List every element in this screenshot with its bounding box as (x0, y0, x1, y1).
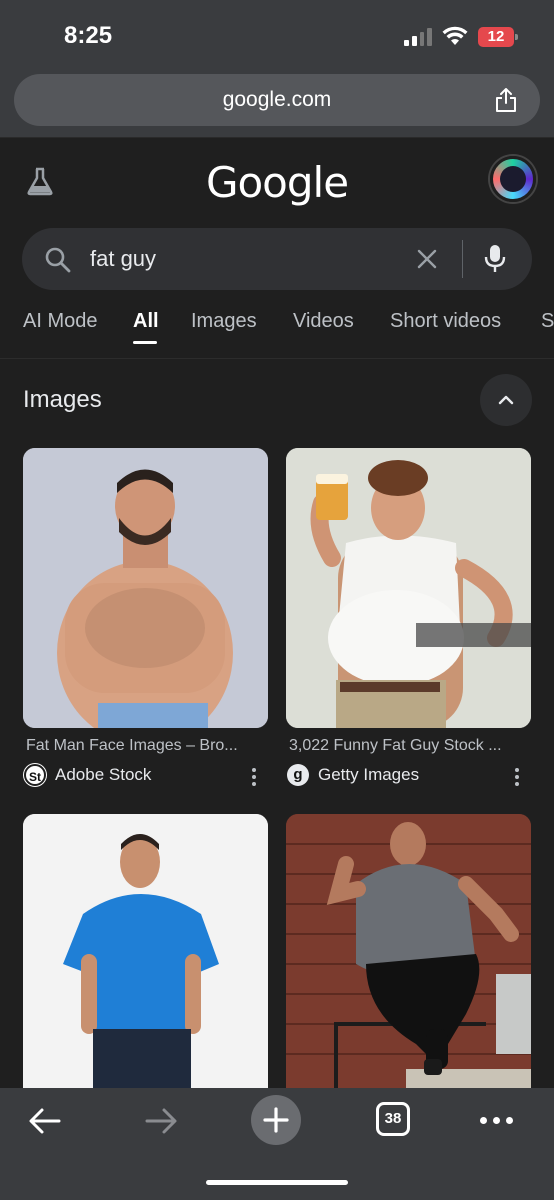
forward-arrow-icon[interactable] (144, 1106, 178, 1136)
result-source[interactable]: g Getty Images (287, 764, 419, 786)
image-result-thumbnail[interactable] (23, 448, 268, 728)
result-caption[interactable]: 3,022 Funny Fat Guy Stock ... (289, 737, 521, 755)
result-source[interactable]: St Adobe Stock (24, 764, 151, 786)
google-logo[interactable]: Google (0, 158, 554, 207)
search-tabs: AI Mode All Images Videos Short videos S (0, 310, 554, 360)
address-bar[interactable]: google.com (14, 74, 540, 126)
search-divider (462, 240, 463, 278)
man-blue-shirt-image (23, 814, 268, 1104)
browser-address-area: google.com (0, 70, 554, 138)
image-result-thumbnail[interactable] (286, 814, 531, 1104)
new-tab-button[interactable] (251, 1095, 301, 1145)
more-options-icon[interactable] (251, 768, 257, 789)
search-icon (45, 247, 71, 273)
tab-ai-mode[interactable]: AI Mode (23, 310, 97, 333)
status-time: 8:25 (64, 22, 113, 49)
microphone-icon[interactable] (484, 244, 506, 274)
more-menu-icon[interactable] (480, 1117, 513, 1124)
share-icon[interactable] (494, 87, 518, 113)
battery-icon: 12 (478, 27, 518, 47)
man-jumping-image (286, 814, 531, 1104)
tab-overflow[interactable]: S (541, 310, 554, 333)
image-result-thumbnail[interactable] (286, 448, 531, 728)
images-section-title: Images (23, 386, 102, 413)
search-input[interactable]: fat guy (90, 246, 156, 272)
tabs-divider (0, 358, 554, 359)
tab-switcher-button[interactable]: 38 (376, 1102, 410, 1136)
wifi-icon (442, 26, 468, 45)
home-indicator[interactable] (206, 1180, 348, 1185)
active-tab-indicator (133, 341, 157, 344)
source-name: Adobe Stock (55, 765, 152, 784)
clear-icon[interactable] (416, 248, 438, 270)
man-with-beer-image (286, 448, 531, 728)
collapse-button[interactable] (480, 374, 532, 426)
image-result-thumbnail[interactable] (23, 814, 268, 1104)
tab-all[interactable]: All (133, 310, 159, 333)
tab-videos[interactable]: Videos (293, 310, 354, 333)
adobe-stock-logo-icon: St (24, 764, 46, 786)
source-name: Getty Images (318, 765, 420, 784)
more-options-icon[interactable] (514, 768, 520, 789)
result-caption[interactable]: Fat Man Face Images – Bro... (26, 737, 266, 755)
tab-short-videos[interactable]: Short videos (390, 310, 501, 333)
search-box[interactable]: fat guy (22, 228, 532, 290)
account-avatar[interactable] (490, 156, 536, 202)
chevron-up-icon (498, 395, 514, 405)
getty-images-logo-icon: g (287, 764, 309, 786)
url-text: google.com (222, 88, 332, 111)
back-arrow-icon[interactable] (28, 1106, 62, 1136)
status-bar: 8:25 12 (0, 0, 554, 70)
shirtless-man-image (23, 448, 268, 728)
tab-images[interactable]: Images (191, 310, 257, 333)
cellular-signal-icon (404, 28, 432, 46)
plus-icon (263, 1107, 289, 1133)
